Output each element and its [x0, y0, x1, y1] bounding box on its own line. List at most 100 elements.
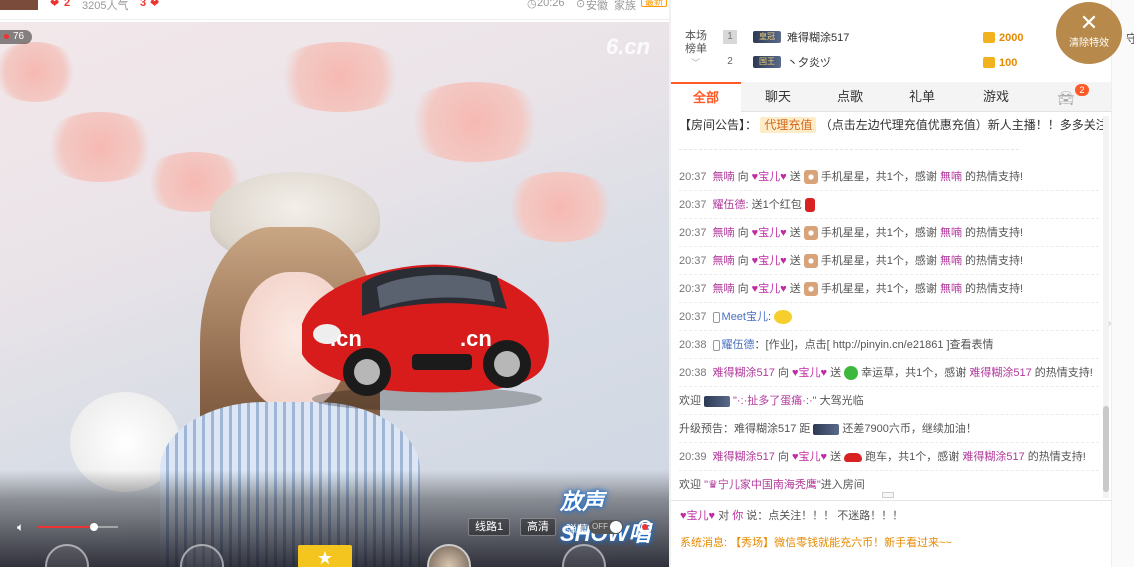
user-link[interactable]: 耀伍德 — [722, 339, 755, 351]
top-strip: ❤ 2 3205人气 3 ❤ ◷ 20:26 ⊙ 安徽 家族 最新 — [0, 0, 669, 20]
phone-icon — [712, 311, 720, 323]
family-label[interactable]: 家族 — [614, 0, 636, 13]
whisper-message: ♥宝儿♥ 对 你 说：点关注！！！ 不迷路！！！ — [680, 510, 904, 522]
chat-message: 20:38 难得糊涂517 向 ♥宝儿♥ 送幸运草，共1个，感谢 难得糊涂517 … — [679, 360, 1099, 387]
phone-star-gift-icon — [803, 226, 818, 241]
emoji-icon — [774, 310, 793, 325]
chevron-down-icon[interactable]: ﹀ — [691, 56, 700, 69]
level-badge: 3 — [140, 0, 147, 9]
crown-medal-icon: 皇冠 — [753, 31, 781, 43]
king-medal-icon: 国王 — [753, 56, 781, 68]
chat-message: 20:37 無喃 向 ♥宝儿♥ 送手机星星，共1个，感谢 無喃 的热情支持! — [679, 248, 1099, 275]
partial-message — [679, 140, 1019, 150]
tab-all[interactable]: 全部 — [671, 82, 741, 112]
viewer-count-badge: 76 — [0, 30, 33, 44]
rank-panel: 本场榜单 ﹀ 1 皇冠 难得糊涂517 2000 2 国王 丶夕炎ヅ 100 — [671, 22, 1111, 80]
phone-star-gift-icon — [803, 282, 818, 297]
clock-icon: ◷ — [527, 0, 537, 10]
tab-gift-list[interactable]: 礼单 — [887, 82, 957, 112]
chevron-right-icon[interactable]: › — [1108, 318, 1111, 329]
clover-gift-icon — [844, 366, 859, 381]
rank-user-name[interactable]: 丶夕炎ヅ — [787, 55, 831, 71]
rank-user-name[interactable]: 难得糊涂517 — [787, 30, 849, 46]
divider — [671, 500, 1111, 501]
guard-strip: 守 — [1111, 0, 1134, 567]
star-gift-icon[interactable]: ★ — [298, 545, 352, 567]
avatar[interactable] — [0, 0, 38, 10]
toggle-knob — [610, 521, 622, 533]
video-player[interactable]: .cn .cn 76 6.cn 放声SHOW唱 🔈︎ 线路1 高清 弹幕 OFF — [0, 22, 669, 567]
chat-message: 20:38 耀伍德：[作业]，点击[ http://pinyin.cn/e2186… — [679, 332, 1099, 359]
volume-fill — [38, 526, 94, 528]
volume-slider[interactable] — [38, 523, 118, 531]
user-link[interactable]: "·:·扯多了蛋痛·:·" — [733, 395, 817, 407]
chat-message: 欢迎 "·:·扯多了蛋痛·:·" 大驾光临 — [679, 388, 1099, 415]
resize-handle[interactable] — [882, 492, 894, 498]
user-link[interactable]: 無喃 — [713, 283, 735, 295]
heart-icon: ❤ — [150, 0, 160, 10]
chat-message: 升级预告：难得糊涂517 距还差7900六币，继续加油！ — [679, 416, 1099, 443]
chat-list[interactable]: 20:37 無喃 向 ♥宝儿♥ 送手机星星，共1个，感谢 無喃 的热情支持! 20… — [671, 138, 1103, 498]
svg-text:.cn: .cn — [460, 326, 492, 351]
volume-knob[interactable] — [90, 523, 98, 531]
rank-number: 2 — [727, 56, 733, 67]
medal-icon — [813, 423, 840, 435]
popularity-count: 3205人气 — [82, 0, 129, 12]
sports-car-gift-icon — [844, 452, 863, 462]
live-dot-icon — [4, 34, 9, 39]
chat-message: 20:37 無喃 向 ♥宝儿♥ 送手机星星，共1个，感谢 無喃 的热情支持! — [679, 276, 1099, 303]
agent-recharge-link[interactable]: 代理充值 — [760, 117, 817, 133]
line-button[interactable]: 线路1 — [468, 518, 511, 536]
chat-message: 20:37 耀伍德: 送1个红包 — [679, 192, 1099, 219]
chat-tabs: 全部 聊天 点歌 礼单 游戏 🚘︎ 2 — [671, 82, 1111, 112]
danmu-toggle[interactable]: OFF — [589, 520, 623, 534]
level-badge: 2 — [64, 0, 71, 9]
danmu-label: 弹幕 — [566, 524, 588, 536]
chat-message: 20:37 無喃 向 ♥宝儿♥ 送手机星星，共1个，感谢 無喃 的热情支持! — [679, 220, 1099, 247]
control-bar: 🔈︎ 线路1 高清 弹幕 OFF — [0, 514, 669, 540]
chat-message: 20:39 难得糊涂517 向 ♥宝儿♥ 送跑车，共1个，感谢 难得糊涂517 的… — [679, 444, 1099, 471]
coin-icon — [983, 57, 995, 68]
scroll-thumb[interactable] — [1103, 406, 1109, 492]
new-badge: 最新 — [641, 0, 668, 7]
user-link[interactable]: 耀伍德 — [713, 199, 746, 211]
chat-message: 20:37 無喃 向 ♥宝儿♥ 送手机星星，共1个，感谢 無喃 的热情支持! — [679, 164, 1099, 191]
close-icon: ✕ — [1079, 10, 1099, 35]
phone-star-gift-icon — [803, 170, 818, 185]
svg-text:.cn: .cn — [330, 326, 362, 351]
heart-icon: ❤ — [50, 0, 60, 10]
red-packet-icon[interactable] — [804, 198, 815, 213]
tab-chat[interactable]: 聊天 — [743, 82, 813, 112]
user-link[interactable]: 难得糊涂517 — [713, 451, 775, 463]
room-notice: 【房间公告】： 代理充值 （点击左边代理充值优惠充值）新人主播！！多多关注！！ — [679, 117, 1107, 133]
clear-effects-button[interactable]: ✕ 清除特效 — [1056, 2, 1122, 64]
record-button[interactable] — [638, 520, 652, 534]
rank-score: 2000 — [999, 32, 1024, 44]
live-room: ❤ 2 3205人气 3 ❤ ◷ 20:26 ⊙ 安徽 家族 最新 .cn .c… — [0, 0, 1134, 567]
car-count-badge: 2 — [1075, 84, 1089, 96]
rank-title: 本场榜单 — [685, 30, 707, 55]
chat-scrollbar[interactable] — [1103, 116, 1109, 498]
user-link[interactable]: 無喃 — [713, 255, 735, 267]
sports-car-gift-icon: .cn .cn — [302, 264, 549, 411]
tab-game[interactable]: 游戏 — [961, 82, 1031, 112]
user-link[interactable]: 無喃 — [713, 171, 735, 183]
tab-song[interactable]: 点歌 — [815, 82, 885, 112]
phone-star-gift-icon — [803, 254, 818, 269]
user-link[interactable]: Meet宝儿 — [722, 311, 768, 323]
guard-label[interactable]: 守 — [1126, 30, 1134, 47]
quality-button[interactable]: 高清 — [520, 518, 556, 536]
user-link[interactable]: 难得糊涂517 — [713, 367, 775, 379]
coin-icon — [983, 32, 995, 43]
location-label[interactable]: 安徽 — [586, 0, 608, 13]
phone-icon — [712, 339, 720, 351]
location-icon: ⊙ — [576, 0, 586, 10]
volume-icon[interactable]: 🔈︎ — [17, 520, 31, 534]
car-icon[interactable]: 🚘︎ — [1057, 90, 1075, 107]
rank-number: 1 — [723, 30, 737, 44]
user-link[interactable]: "♛宁儿家中国南海秃鹰" — [704, 479, 821, 491]
system-message: 系统消息: 【秀场】微信零钱就能充六币！新手看过来~~ — [680, 537, 952, 549]
rank-score: 100 — [999, 57, 1018, 69]
chat-message: 20:37 Meet宝儿: — [679, 304, 1099, 331]
user-link[interactable]: 無喃 — [713, 227, 735, 239]
